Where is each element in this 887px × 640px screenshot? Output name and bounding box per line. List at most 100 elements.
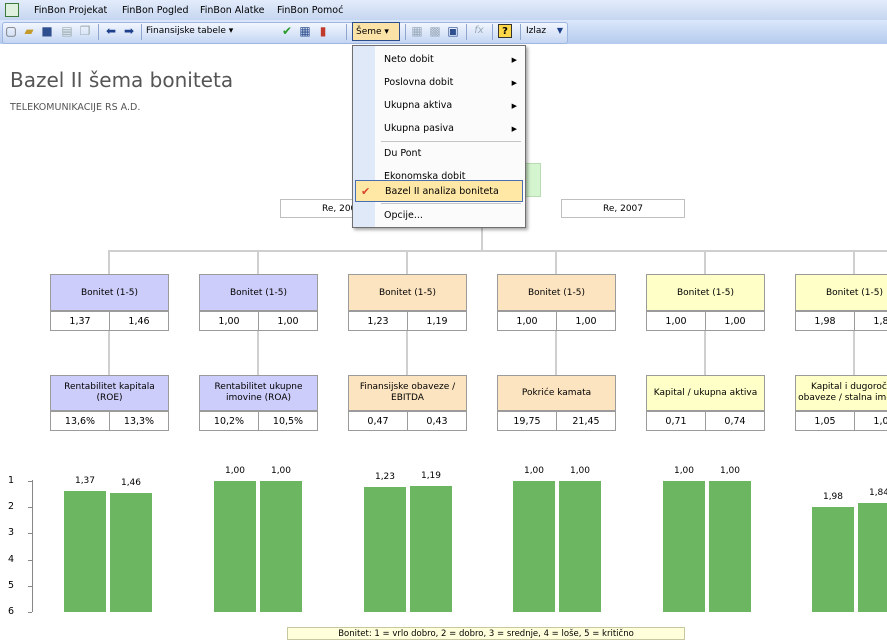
y-tick-label: 2 [8, 501, 15, 513]
bonitet-header: Bonitet (1-5) [50, 274, 169, 311]
bar-value-label: 1,00 [673, 466, 695, 476]
ratio-value-2007: 21,45 [556, 411, 616, 431]
toolbar-separator [346, 24, 347, 40]
ratio-value-2006: 0,71 [646, 411, 706, 431]
chart-legend: Bonitet: 1 = vrlo dobro, 2 = dobro, 3 = … [287, 627, 685, 640]
forward-arrow-icon[interactable]: ➡ [122, 24, 136, 38]
bar-value-label: 1,19 [420, 470, 442, 481]
menu-finbon-pomoc[interactable]: FinBon Pomoć [277, 5, 343, 16]
connector-line [406, 331, 408, 375]
ratio-value-2007: 1,05 [854, 411, 887, 431]
y-tick-mark [28, 481, 32, 482]
toolbar-separator [492, 24, 493, 40]
chart-icon[interactable]: ▦ [298, 24, 312, 38]
ratio-header: Pokriće kamata [497, 375, 616, 411]
bar [214, 481, 256, 612]
menu-item-label: Neto dobit [384, 54, 434, 65]
bar-value-label: 1,84 [868, 488, 887, 498]
menu-item-label: Du Pont [384, 148, 422, 159]
ratio-value-2007: 0,74 [705, 411, 765, 431]
y-tick-mark [28, 585, 32, 587]
bonitet-header: Bonitet (1-5) [646, 274, 765, 311]
seme-dropdown-button[interactable]: Šeme ▾ [352, 22, 400, 41]
seme-label: Šeme ▾ [356, 27, 389, 37]
bar-value-label: 1,00 [270, 466, 292, 476]
open-folder-icon[interactable]: ▰ [22, 24, 36, 38]
ratio-value-2006: 0,47 [348, 411, 408, 431]
new-document-icon[interactable]: ▢ [4, 24, 18, 38]
bar [64, 490, 106, 612]
menu-item-label: Poslovna dobit [384, 77, 454, 88]
toolbar-separator [98, 24, 99, 40]
bonitet-value-2006: 1,23 [348, 311, 408, 331]
bar [709, 481, 751, 612]
toolbar-separator [520, 24, 521, 40]
menu-item-opcije[interactable]: Opcije... [353, 205, 525, 227]
y-tick-mark [28, 533, 32, 535]
ratio-value-2006: 19,75 [497, 411, 557, 431]
toolbar-separator [405, 24, 406, 40]
function-icon[interactable]: fx [472, 24, 486, 38]
table-icon[interactable]: ▦ [410, 24, 424, 38]
y-tick-mark [28, 507, 32, 509]
y-tick-mark [28, 559, 32, 561]
copy-icon[interactable]: ❐ [78, 24, 92, 38]
toolbar-separator [466, 24, 467, 40]
menu-item-bazel-ii[interactable]: ✔ Bazel II analiza boniteta [355, 180, 523, 202]
menu-item-neto-dobit[interactable]: Neto dobit ▶ [353, 49, 525, 71]
bonitet-value-2006: 1,00 [497, 311, 557, 331]
menu-finbon-alatke[interactable]: FinBon Alatke [200, 5, 265, 16]
bonitet-value-2007: 1,00 [705, 311, 765, 331]
menu-item-poslovna-dobit[interactable]: Poslovna dobit ▶ [353, 72, 525, 94]
ratio-header: Kapital i dugoročne obaveze / stalna imo… [795, 375, 887, 411]
bonitet-value-2007: 1,00 [556, 311, 616, 331]
menu-item-ukupna-pasiva[interactable]: Ukupna pasiva ▶ [353, 118, 525, 140]
ratio-value-2006: 13,6% [50, 411, 110, 431]
connector-line [853, 250, 855, 274]
menu-finbon-pogled[interactable]: FinBon Pogled [122, 5, 189, 16]
bonitet-value-2007: 1,19 [407, 311, 467, 331]
connector-line [704, 331, 706, 375]
bar [559, 481, 601, 612]
bonitet-header: Bonitet (1-5) [497, 274, 616, 311]
finansijske-tabele-dropdown[interactable]: Finansijske tabele ▾ [146, 26, 233, 36]
checkmark-icon[interactable]: ✔ [280, 24, 294, 38]
bonitet-value-2006: 1,37 [50, 311, 110, 331]
bar [812, 506, 854, 612]
ratio-header: Finansijske obaveze / EBITDA [348, 375, 467, 411]
bonitet-value-2007: 1,00 [258, 311, 318, 331]
menu-item-du-pont[interactable]: Du Pont [353, 143, 525, 165]
bar-value-label: 1,00 [569, 466, 591, 476]
bar-chart-icon[interactable]: ▮ [316, 24, 330, 38]
menu-item-label: Opcije... [384, 210, 423, 221]
toolbar-overflow-icon[interactable]: ▼ [553, 24, 567, 38]
y-tick-label: 4 [8, 553, 15, 565]
window-icon[interactable]: ▣ [446, 24, 460, 38]
ratio-header: Rentabilitet kapitala (ROE) [50, 375, 169, 411]
grid-icon[interactable]: ▩ [428, 24, 442, 38]
menu-item-ukupna-aktiva[interactable]: Ukupna aktiva ▶ [353, 95, 525, 117]
bar [513, 481, 555, 612]
back-arrow-icon[interactable]: ⬅ [104, 24, 118, 38]
bonitet-value-2006: 1,00 [646, 311, 706, 331]
menu-bar: FinBon Projekat FinBon Pogled FinBon Ala… [0, 0, 887, 20]
bonitet-header: Bonitet (1-5) [199, 274, 318, 311]
izlaz-button[interactable]: Izlaz [526, 26, 546, 36]
checkmark-icon: ✔ [361, 185, 371, 198]
connector-line [555, 250, 557, 274]
help-icon[interactable]: ? [498, 24, 512, 38]
menu-finbon-projekat[interactable]: FinBon Projekat [34, 5, 107, 16]
print-icon[interactable]: ▤ [60, 24, 74, 38]
save-icon[interactable]: ■ [40, 24, 54, 38]
bar [410, 485, 452, 612]
bonitet-header: Bonitet (1-5) [795, 274, 887, 311]
submenu-arrow-icon: ▶ [511, 102, 517, 110]
connector-line [257, 331, 259, 375]
connector-line [853, 331, 855, 375]
bar [858, 503, 887, 612]
submenu-arrow-icon: ▶ [511, 125, 517, 133]
submenu-arrow-icon: ▶ [511, 79, 517, 87]
y-tick-label: 1 [8, 475, 15, 486]
bar-value-label: 1,23 [374, 472, 396, 483]
ratio-value-2007: 13,3% [109, 411, 169, 431]
